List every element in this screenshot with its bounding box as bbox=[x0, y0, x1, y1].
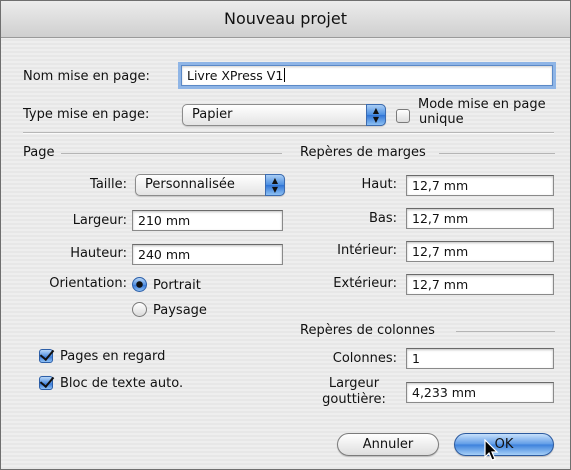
facing-pages-label: Pages en regard bbox=[60, 349, 166, 364]
size-popup[interactable]: Personnalisée ▲ ▼ bbox=[135, 174, 285, 196]
columns-input[interactable]: 1 bbox=[406, 348, 554, 369]
margin-outside-input[interactable]: 12,7 mm bbox=[406, 274, 554, 295]
mouse-pointer-icon bbox=[484, 439, 499, 461]
portrait-label: Portrait bbox=[153, 278, 201, 293]
page-section-title: Page bbox=[23, 145, 55, 160]
layout-name-label: Nom mise en page: bbox=[23, 69, 150, 84]
auto-text-box-checkbox[interactable] bbox=[39, 376, 53, 390]
width-input[interactable]: 210 mm bbox=[132, 210, 283, 231]
gutter-label-line1: Largeur bbox=[328, 376, 380, 391]
single-mode-label: Mode mise en page unique bbox=[418, 97, 546, 127]
facing-pages-checkbox[interactable] bbox=[39, 349, 53, 363]
landscape-radio[interactable] bbox=[132, 302, 147, 317]
width-label: Largeur: bbox=[72, 213, 127, 228]
section-divider bbox=[439, 153, 555, 154]
single-mode-label-line2: unique bbox=[419, 112, 464, 127]
size-value: Personnalisée bbox=[145, 177, 235, 192]
margin-inside-label: Intérieur: bbox=[337, 243, 397, 258]
single-mode-checkbox[interactable] bbox=[396, 109, 410, 123]
layout-type-value: Papier bbox=[192, 107, 233, 122]
height-label: Hauteur: bbox=[70, 246, 127, 261]
auto-text-box-label: Bloc de texte auto. bbox=[60, 376, 184, 391]
margin-bottom-input[interactable]: 12,7 mm bbox=[406, 208, 554, 229]
gutter-width-input[interactable]: 4,233 mm bbox=[406, 382, 554, 403]
margin-inside-input[interactable]: 12,7 mm bbox=[406, 241, 554, 262]
margin-top-input[interactable]: 12,7 mm bbox=[406, 175, 554, 196]
height-input[interactable]: 240 mm bbox=[132, 244, 283, 265]
text-caret bbox=[284, 68, 286, 82]
orientation-label: Orientation: bbox=[49, 276, 127, 291]
cancel-button[interactable]: Annuler bbox=[337, 433, 439, 456]
separator bbox=[23, 132, 554, 134]
section-divider bbox=[61, 153, 282, 154]
cancel-button-label: Annuler bbox=[362, 437, 414, 452]
margin-top-label: Haut: bbox=[361, 177, 397, 192]
margin-outside-label: Extérieur: bbox=[333, 276, 397, 291]
margins-section-title: Repères de marges bbox=[300, 145, 426, 160]
portrait-radio[interactable] bbox=[132, 277, 147, 292]
title-bar: Nouveau projet bbox=[1, 1, 570, 38]
gutter-label-line2: gouttière: bbox=[322, 392, 386, 407]
layout-name-input[interactable]: Livre XPress V1 bbox=[181, 65, 553, 86]
single-mode-label-line1: Mode mise en page bbox=[418, 97, 546, 112]
landscape-label: Paysage bbox=[153, 303, 207, 318]
columns-section-title: Repères de colonnes bbox=[300, 323, 435, 338]
section-divider bbox=[456, 331, 555, 332]
layout-type-label: Type mise en page: bbox=[23, 107, 150, 122]
dialog-title: Nouveau projet bbox=[224, 9, 347, 28]
gutter-width-label: Largeur gouttière: bbox=[311, 376, 397, 408]
ok-button[interactable]: OK bbox=[454, 433, 554, 456]
layout-name-value: Livre XPress V1 bbox=[187, 68, 284, 83]
columns-label: Colonnes: bbox=[332, 351, 397, 366]
margin-bottom-label: Bas: bbox=[368, 211, 397, 226]
size-label: Taille: bbox=[90, 177, 127, 192]
up-down-arrows-icon: ▲ ▼ bbox=[366, 104, 386, 126]
up-down-arrows-icon: ▲ ▼ bbox=[265, 174, 285, 196]
layout-type-popup[interactable]: Papier ▲ ▼ bbox=[182, 104, 386, 126]
dialog-window: Nouveau projet Nom mise en page: Livre X… bbox=[0, 0, 571, 470]
